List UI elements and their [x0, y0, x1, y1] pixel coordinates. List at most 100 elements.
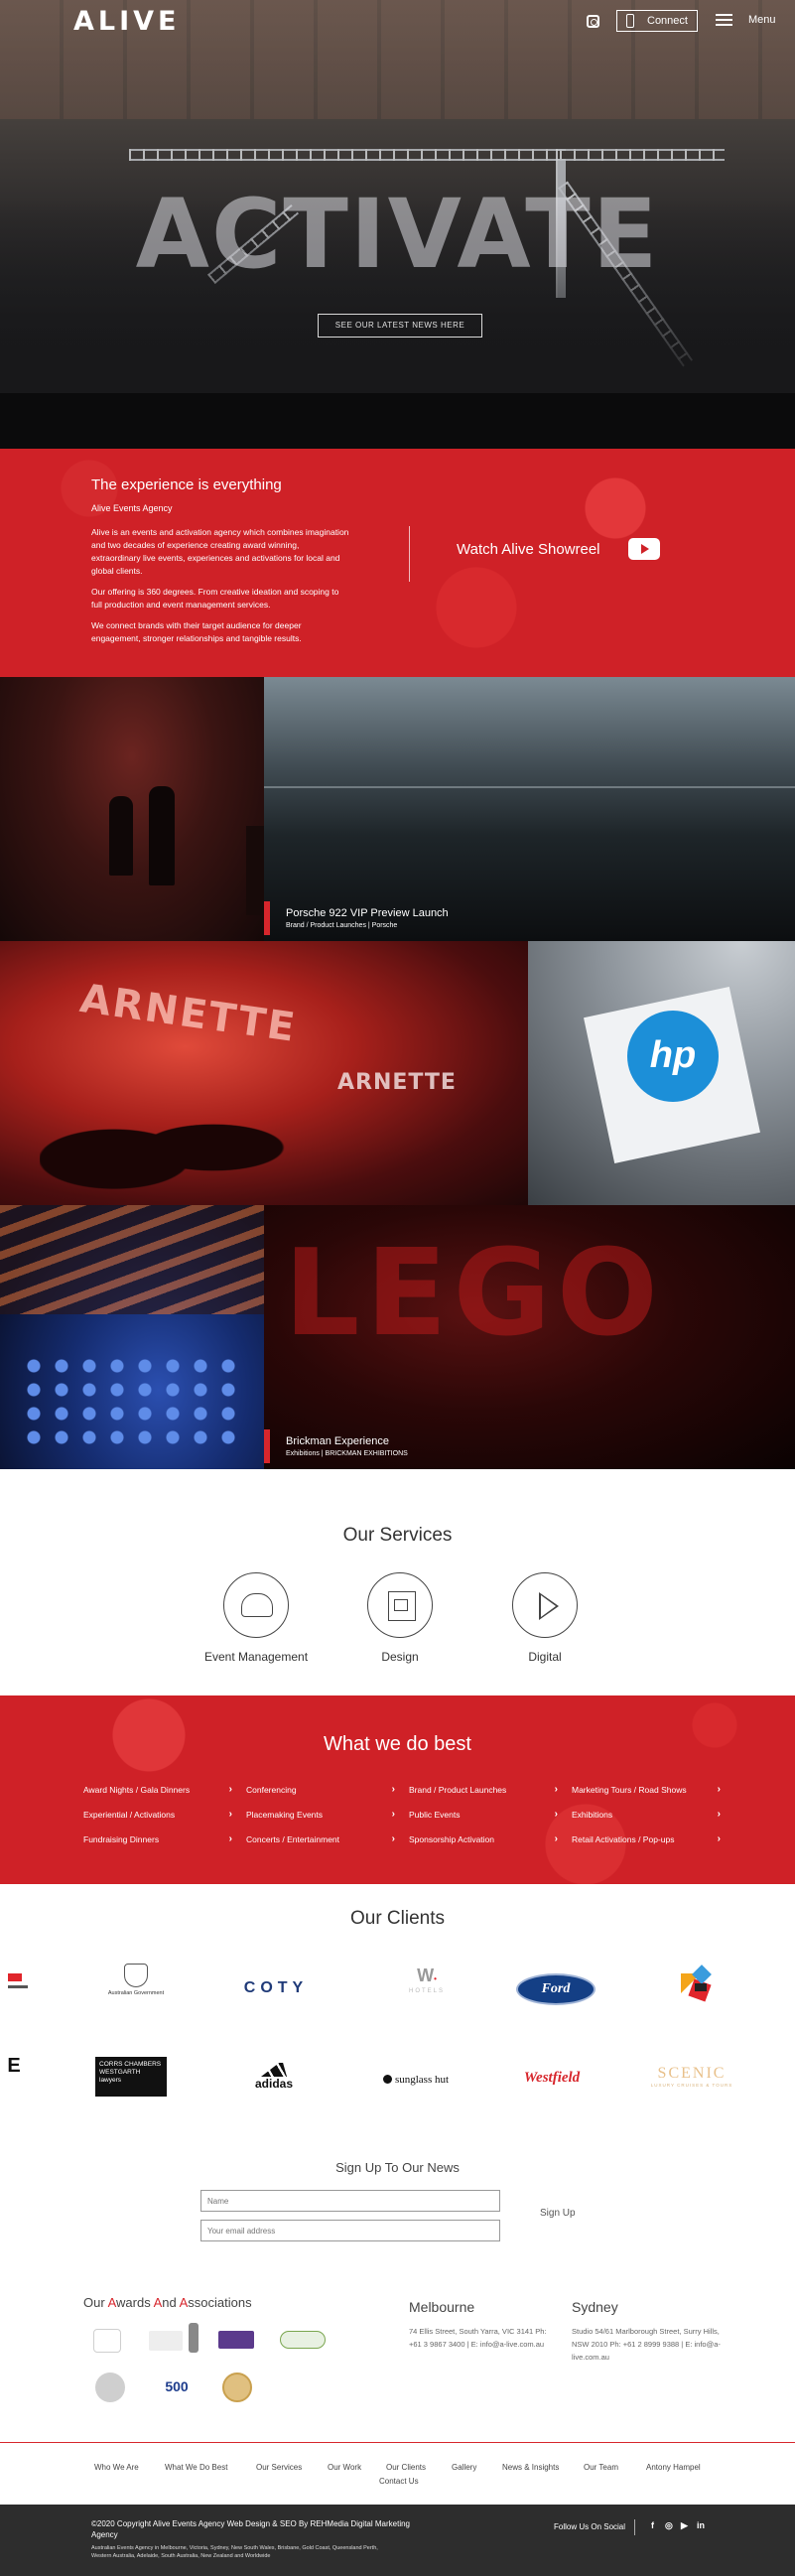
best-title: What we do best: [324, 1733, 471, 1755]
best-link-label: Marketing Tours / Road Shows: [572, 1785, 687, 1795]
award-badge-icon: [149, 2331, 183, 2351]
footer-link[interactable]: Our Team: [584, 2463, 618, 2472]
hero-headline: ACTIVATE: [135, 179, 660, 290]
gallery-tile-porsche[interactable]: Porsche 922 VIP Preview Launch Brand / P…: [264, 677, 795, 941]
trophy-icon: [189, 2323, 199, 2353]
best-link[interactable]: Fundraising Dinners ›: [83, 1833, 232, 1844]
youtube-icon[interactable]: ▶: [681, 2520, 688, 2531]
award-badge-icon: [218, 2331, 254, 2349]
service-event-management[interactable]: Event Management: [177, 1572, 335, 1664]
best-link[interactable]: Concerts / Entertainment ›: [246, 1833, 395, 1844]
intro-paragraph: Alive is an events and activation agency…: [91, 527, 349, 576]
client-logo-corrs: CORRS CHAMBERS WESTGARTH lawyers: [95, 2057, 167, 2097]
instagram-icon[interactable]: [587, 15, 599, 28]
office-sydney: Sydney Studio 54/61 Marlborough Street, …: [572, 2299, 721, 2364]
instagram-icon[interactable]: ◎: [665, 2520, 673, 2531]
footer-bar: ©2020 Copyright Alive Events Agency Web …: [0, 2505, 795, 2576]
signup-button[interactable]: Sign Up: [540, 2208, 576, 2219]
footer-link[interactable]: Antony Hampel: [646, 2463, 701, 2472]
seal-badge-icon: [95, 2373, 125, 2402]
footer-link[interactable]: Our Work: [328, 2463, 361, 2472]
brickman-title: Brickman Experience: [286, 1435, 389, 1447]
client-logo-partial: E: [7, 2055, 21, 2077]
office-address: 74 Ellis Street, South Yarra, VIC 3141 P…: [409, 2327, 547, 2349]
clients-section: Our Clients Australian Government COTY W…: [0, 1884, 795, 2132]
porsche-title: Porsche 922 VIP Preview Launch: [286, 907, 449, 919]
footer-link[interactable]: Our Services: [256, 2463, 302, 2472]
best-link[interactable]: Conferencing ›: [246, 1784, 395, 1795]
awards-section: Our Awards And Associations 500 Melbourn…: [0, 2281, 795, 2442]
hp-logo: hp: [627, 1011, 719, 1102]
name-input[interactable]: [200, 2190, 500, 2212]
best-link-label: Experiential / Activations: [83, 1810, 176, 1820]
best-link[interactable]: Placemaking Events ›: [246, 1809, 395, 1820]
footer-link[interactable]: Contact Us: [379, 2477, 419, 2486]
best-link-label: Brand / Product Launches: [409, 1785, 507, 1795]
client-logo-ford: Ford: [516, 1973, 596, 2005]
best-link[interactable]: Public Events ›: [409, 1809, 558, 1820]
work-gallery: Porsche 922 VIP Preview Launch Brand / P…: [0, 677, 795, 1469]
footer-link[interactable]: What We Do Best: [165, 2463, 227, 2472]
best-link[interactable]: Experiential / Activations ›: [83, 1809, 232, 1820]
gallery-tile-event-room[interactable]: [0, 677, 264, 941]
best-link-label: Public Events: [409, 1810, 461, 1820]
brickman-caption: Brickman Experience Exhibitions | BRICKM…: [264, 1429, 408, 1463]
best-link[interactable]: Exhibitions ›: [572, 1809, 721, 1820]
chevron-right-icon: ›: [228, 1809, 232, 1820]
people-icon: [223, 1572, 289, 1638]
intro-subtitle: Alive Events Agency: [91, 503, 173, 513]
hero-bottom-strip: [0, 393, 795, 449]
gallery-tile-arnette[interactable]: ARNETTE ARNETTE: [0, 941, 528, 1205]
service-label: Digital: [528, 1650, 562, 1664]
best-link[interactable]: Retail Activations / Pop-ups ›: [572, 1833, 721, 1844]
facebook-icon[interactable]: f: [651, 2520, 654, 2530]
footer-link[interactable]: Gallery: [452, 2463, 476, 2472]
best-link-label: Exhibitions: [572, 1810, 613, 1820]
service-design[interactable]: Design: [321, 1572, 479, 1664]
client-logo-australian-government: Australian Government: [91, 1964, 181, 2013]
best-link-label: Sponsorship Activation: [409, 1834, 494, 1844]
chevron-right-icon: ›: [554, 1833, 558, 1844]
what-we-do-best-section: What we do best Award Nights / Gala Dinn…: [0, 1695, 795, 1884]
copyright-text: ©2020 Copyright Alive Events Agency Web …: [91, 2519, 411, 2539]
gallery-tile-gala-dinner[interactable]: [0, 1205, 264, 1469]
best-link-label: Fundraising Dinners: [83, 1834, 160, 1844]
linkedin-icon[interactable]: in: [697, 2520, 705, 2530]
best-link[interactable]: Brand / Product Launches ›: [409, 1784, 558, 1795]
footer-link[interactable]: News & Insights: [502, 2463, 559, 2472]
intro-divider: [409, 526, 410, 582]
chevron-right-icon: ›: [228, 1784, 232, 1795]
email-input[interactable]: [200, 2220, 500, 2241]
brickman-subtitle: Exhibitions | BRICKMAN EXHIBITIONS: [286, 1450, 408, 1457]
lego-letters: LEGO: [284, 1225, 664, 1363]
service-label: Design: [381, 1650, 419, 1664]
gallery-tile-hp[interactable]: hp: [528, 941, 795, 1205]
footer-link[interactable]: Who We Are: [94, 2463, 139, 2472]
youtube-play-icon[interactable]: [628, 538, 660, 560]
client-logo-colorful: [681, 1965, 721, 2007]
latest-news-button[interactable]: SEE OUR LATEST NEWS HERE: [318, 314, 482, 338]
best-link[interactable]: Award Nights / Gala Dinners ›: [83, 1784, 232, 1795]
connect-button[interactable]: Connect: [616, 10, 698, 32]
design-icon: [367, 1572, 433, 1638]
best-link[interactable]: Sponsorship Activation ›: [409, 1833, 558, 1844]
chevron-right-icon: ›: [391, 1809, 395, 1820]
menu-label[interactable]: Menu: [748, 14, 776, 26]
best-link[interactable]: Marketing Tours / Road Shows ›: [572, 1784, 721, 1795]
hamburger-menu-icon[interactable]: [716, 14, 732, 26]
office-name: Sydney: [572, 2299, 618, 2315]
alive-logo[interactable]: ALIVE: [73, 6, 181, 37]
top-navigation: ALIVE Connect Menu: [0, 0, 795, 42]
arnette-sign: ARNETTE: [337, 1070, 457, 1095]
footer-link[interactable]: Our Clients: [386, 2463, 426, 2472]
stage-truss: [129, 149, 725, 161]
best-link-label: Placemaking Events: [246, 1810, 324, 1820]
service-digital[interactable]: Digital: [465, 1572, 624, 1664]
intro-section: The experience is everything Alive Event…: [0, 449, 795, 677]
services-section: Our Services Event Management Design Dig…: [0, 1469, 795, 1695]
chevron-right-icon: ›: [391, 1833, 395, 1844]
gallery-tile-brickman[interactable]: LEGO Brickman Experience Exhibitions | B…: [264, 1205, 795, 1469]
intro-title: The experience is everything: [91, 476, 282, 493]
client-logo-westfield: Westfield: [523, 2070, 581, 2086]
watch-showreel-link[interactable]: Watch Alive Showreel: [457, 541, 600, 558]
